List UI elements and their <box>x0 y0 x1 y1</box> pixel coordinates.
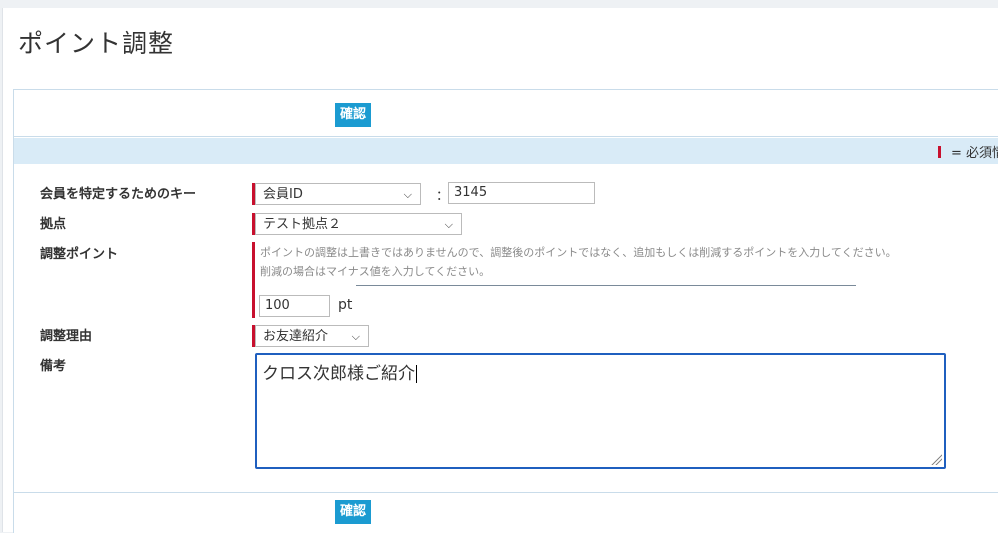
member-id-input[interactable]: 3145 <box>448 182 595 204</box>
required-indicator <box>252 242 255 318</box>
confirm-button-bottom[interactable]: 確認 <box>335 500 371 524</box>
member-key-label: 会員を特定するためのキー <box>40 187 197 202</box>
required-legend-text: = 必須情報 <box>951 146 998 161</box>
notes-text: クロス次郎様ご紹介 <box>262 364 415 384</box>
reason-select[interactable]: お友達紹介 ⌵ <box>255 325 369 347</box>
points-unit: pt <box>338 297 353 313</box>
reason-label: 調整理由 <box>40 329 93 344</box>
member-key-type-value: 会員ID <box>263 187 303 202</box>
base-label: 拠点 <box>40 217 67 232</box>
page-title: ポイント調整 <box>18 29 175 58</box>
divider <box>14 492 998 493</box>
required-marker-icon <box>938 146 941 158</box>
notes-label: 備考 <box>40 359 67 374</box>
resize-grip-icon[interactable] <box>930 453 942 465</box>
text-caret <box>416 365 417 383</box>
chevron-down-icon: ⌵ <box>444 218 453 231</box>
points-hint-line2: 削減の場合はマイナス値を入力してください。 <box>260 265 491 278</box>
hint-divider <box>356 285 856 286</box>
points-hint-line1: ポイントの調整は上書きではありませんので、調整後のポイントではなく、追加もしくは… <box>260 246 897 259</box>
notes-textarea[interactable]: クロス次郎様ご紹介 <box>255 353 946 469</box>
base-select[interactable]: テスト拠点２ ⌵ <box>255 213 462 235</box>
points-label: 調整ポイント <box>40 247 119 262</box>
divider <box>14 136 998 137</box>
chevron-down-icon: ⌵ <box>403 188 412 201</box>
base-select-value: テスト拠点２ <box>263 217 342 232</box>
confirm-button-top[interactable]: 確認 <box>335 103 371 127</box>
reason-select-value: お友達紹介 <box>263 329 329 344</box>
points-input[interactable]: 100 <box>259 295 330 317</box>
member-key-type-select[interactable]: 会員ID ⌵ <box>255 183 421 205</box>
chevron-down-icon: ⌵ <box>351 330 360 343</box>
required-legend-bar <box>14 138 998 164</box>
